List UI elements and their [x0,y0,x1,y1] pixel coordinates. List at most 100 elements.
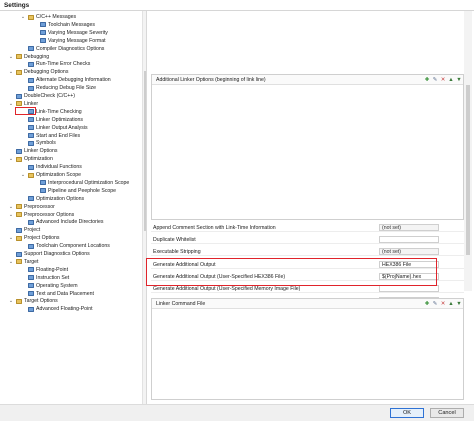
tree-item-label: Floating-Point [36,266,69,273]
option-name: Executable Stripping [153,248,201,255]
ok-button[interactable]: OK [390,408,424,418]
add-icon[interactable]: ✚ [424,301,430,307]
expand-chevron-icon[interactable]: ⌄ [8,203,14,211]
tree-item[interactable]: Start and End Files [0,132,140,140]
tree-item-label: Advanced Floating-Point [36,306,93,313]
tree-item[interactable]: Run-Time Error Checks [0,60,140,68]
options-pane: Additional Linker Options (beginning of … [148,11,474,404]
add-icon[interactable]: ✚ [424,77,430,83]
option-name: Generate Additional Output (User-Specifi… [153,285,301,292]
tree-item-label: Support Diagnostics Options [24,251,90,257]
linker-command-file-panel: Linker Command File ✚ ✎ ✕ ▲ ▼ [151,298,464,400]
tree-item[interactable]: DoubleCheck (C/C++) [0,92,140,100]
tree-item[interactable]: Advanced Include Directories [0,218,140,226]
option-value-field[interactable]: (not set) [379,223,439,231]
settings-page-icon [28,267,34,273]
expand-chevron-icon[interactable]: ⌄ [8,100,14,108]
move-up-icon[interactable]: ▲ [448,77,454,83]
tree-item[interactable]: Interprocedural Optimization Scope [0,179,140,187]
folder-icon [28,14,34,20]
settings-page-icon [28,196,34,202]
expand-chevron-icon[interactable]: ⌄ [20,171,26,179]
option-row[interactable]: Append Comment Section with Link-Time In… [151,223,464,232]
edit-icon[interactable]: ✎ [432,301,438,307]
tree-item[interactable]: Support Diagnostics Options [0,250,140,258]
expand-chevron-icon[interactable]: ⌄ [8,68,14,76]
expand-chevron-icon[interactable]: ⌄ [20,13,26,21]
option-row[interactable]: Executable Stripping (not set) [151,247,464,256]
tree-item[interactable]: Pipeline and Peephole Scope [0,187,140,195]
option-value-field[interactable] [379,235,439,243]
folder-icon [16,156,22,162]
tree-item[interactable]: ⌄ Optimization Scope [0,171,140,179]
tree-item[interactable]: Toolchain Messages [0,21,140,29]
tree-item[interactable]: ⌄ Project Options [0,234,140,242]
tree-item[interactable]: ⌄ C/C++ Messages [0,13,140,21]
expand-chevron-icon[interactable]: ⌄ [8,234,14,242]
pane-scrollbar-thumb[interactable] [466,85,470,255]
tree-item-label: Alternate Debugging Information [36,77,111,84]
folder-icon [16,259,22,265]
tree-item[interactable]: Compiler Diagnostics Options [0,45,140,53]
expand-chevron-icon[interactable]: ⌄ [8,297,14,305]
tree-item[interactable]: Operating System [0,282,140,290]
tree-item[interactable]: ⌄ Target Options [0,297,140,305]
tree-item-label: Pipeline and Peephole Scope [48,187,117,194]
tree-item[interactable]: ⌄ Optimization [0,155,140,163]
settings-page-icon [28,140,34,146]
folder-icon [16,101,22,107]
tree-item[interactable]: ⌄ Debugging Options [0,68,140,76]
tree-item[interactable]: Linker Output Analysis [0,124,140,132]
pane-scrollbar[interactable] [464,11,472,291]
settings-page-icon [16,251,22,257]
tree-item[interactable]: Floating-Point [0,266,140,274]
settings-page-icon [40,180,46,186]
tree-item[interactable]: ⌄ Preprocessor [0,203,140,211]
tree-item[interactable]: Alternate Debugging Information [0,76,140,84]
tree-item[interactable]: ⌄ Target [0,258,140,266]
linker-highlight-box [15,107,36,115]
expand-chevron-icon[interactable]: ⌄ [8,258,14,266]
tree-item[interactable]: Linker Optimizations [0,116,140,124]
cancel-button[interactable]: Cancel [430,408,464,418]
move-up-icon[interactable]: ▲ [448,301,454,307]
tree-item[interactable]: Symbols [0,139,140,147]
title-bar: Settings [0,0,474,11]
tree-item-label: Varying Message Severity [48,29,108,36]
tree-item[interactable]: Advanced Floating-Point [0,305,140,313]
settings-page-icon [28,125,34,131]
tree-item[interactable]: ⌄ Preprocessor Options [0,211,140,219]
folder-icon [16,69,22,75]
tree-item[interactable]: Optimization Options [0,195,140,203]
tree-item[interactable]: Project [0,226,140,234]
settings-page-icon [28,306,34,312]
tree-item[interactable]: Toolchain Component Locations [0,242,140,250]
tree-item[interactable]: Linker Options [0,147,140,155]
tree-item[interactable]: Instruction Set [0,274,140,282]
tree-item[interactable]: ⌄ Debugging [0,53,140,61]
move-down-icon[interactable]: ▼ [456,77,462,83]
tree-item-label: Optimization Options [36,195,85,202]
option-row[interactable]: Duplicate Whitelist [151,235,464,244]
settings-page-icon [28,283,34,289]
move-down-icon[interactable]: ▼ [456,301,462,307]
expand-chevron-icon[interactable]: ⌄ [8,53,14,61]
settings-page-icon [28,219,34,225]
remove-icon[interactable]: ✕ [440,301,446,307]
tree-scrollbar-thumb[interactable] [144,71,146,231]
panel-header: Additional Linker Options (beginning of … [152,75,463,85]
tree-item[interactable]: Reducing Debug File Size [0,84,140,92]
tree-item-label: Run-Time Error Checks [36,61,91,68]
tree-item-label: Optimization Scope [36,172,81,178]
tree-item[interactable]: Individual Functions [0,163,140,171]
tree-item[interactable]: Text and Data Placement [0,290,140,298]
tree-item[interactable]: Varying Message Severity [0,29,140,37]
tree-item-label: Instruction Set [36,274,70,281]
expand-chevron-icon[interactable]: ⌄ [8,155,14,163]
edit-icon[interactable]: ✎ [432,77,438,83]
tree-item[interactable]: Varying Message Format [0,37,140,45]
expand-chevron-icon[interactable]: ⌄ [8,211,14,219]
remove-icon[interactable]: ✕ [440,77,446,83]
tree-scrollbar[interactable] [142,11,146,404]
option-value-field[interactable]: (not set) [379,247,439,255]
